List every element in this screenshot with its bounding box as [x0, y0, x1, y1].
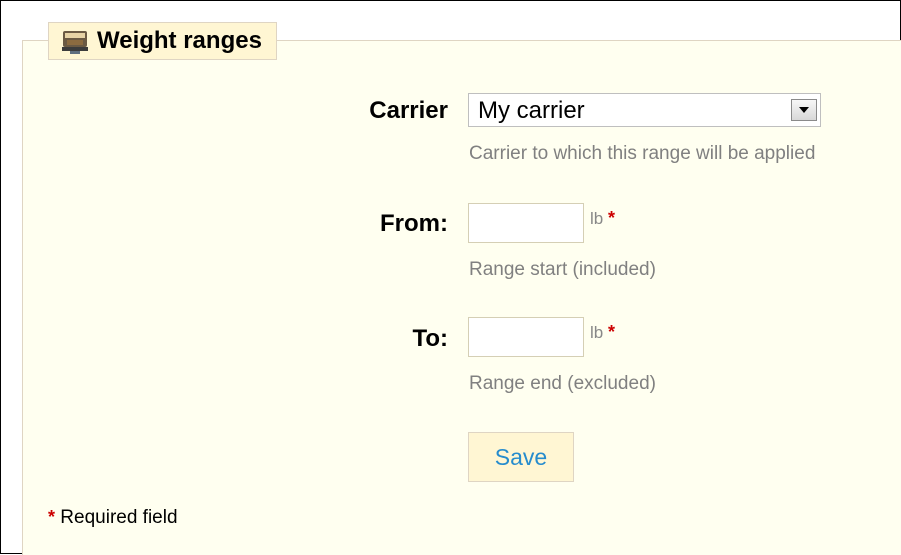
chevron-down-icon[interactable]: [791, 99, 817, 121]
scale-icon: [61, 27, 89, 55]
from-label: From:: [380, 210, 448, 237]
to-label: To:: [412, 325, 448, 352]
required-star: *: [48, 507, 56, 527]
to-unit: lb *: [590, 322, 615, 343]
panel-title: Weight ranges: [97, 27, 262, 54]
required-star: *: [607, 208, 615, 228]
to-input[interactable]: [468, 317, 584, 357]
from-unit-text: lb: [590, 209, 604, 228]
from-unit: lb *: [590, 208, 615, 229]
required-star: *: [607, 322, 615, 342]
carrier-selected-value: My carrier: [478, 97, 585, 124]
carrier-select[interactable]: My carrier: [468, 93, 821, 127]
required-field-note: * Required field: [48, 507, 178, 529]
carrier-hint: Carrier to which this range will be appl…: [469, 143, 816, 164]
from-hint: Range start (included): [469, 259, 656, 280]
save-button[interactable]: Save: [468, 432, 574, 482]
to-hint: Range end (excluded): [469, 373, 656, 394]
panel-legend: Weight ranges: [48, 22, 277, 60]
required-field-text: Required field: [60, 507, 178, 528]
carrier-label: Carrier: [369, 97, 448, 124]
from-input[interactable]: [468, 203, 584, 243]
to-unit-text: lb: [590, 323, 604, 342]
